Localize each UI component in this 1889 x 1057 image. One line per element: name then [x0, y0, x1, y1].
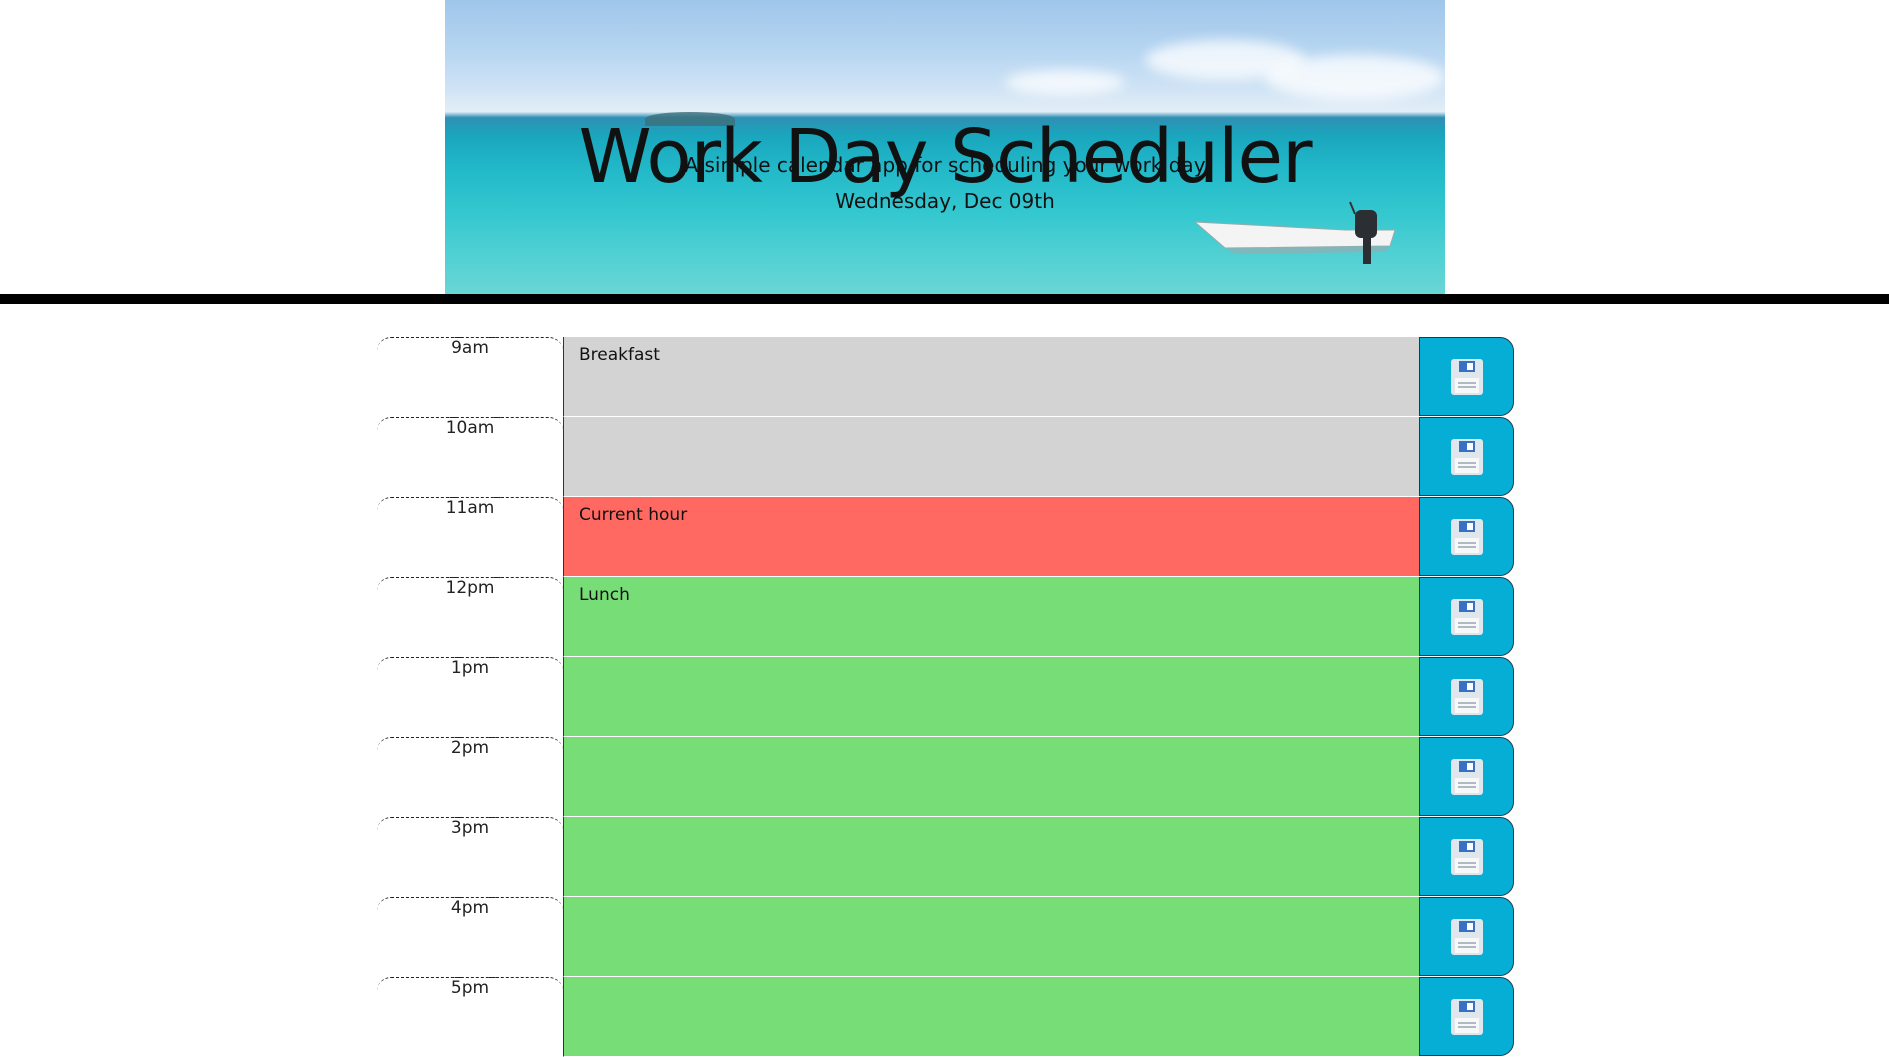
time-block-row: 11am Current hour	[377, 497, 1514, 577]
hour-label: 10am	[377, 417, 563, 497]
save-button[interactable]	[1419, 337, 1514, 416]
hour-label: 9am	[377, 337, 563, 417]
current-day: Wednesday, Dec 09th	[835, 189, 1055, 213]
event-description-input[interactable]	[563, 817, 1419, 897]
save-button[interactable]	[1419, 737, 1514, 816]
cloud	[1005, 70, 1125, 95]
time-block-row: 4pm	[377, 897, 1514, 977]
page-subtitle: A simple calendar app for scheduling you…	[684, 153, 1206, 177]
save-button[interactable]	[1419, 897, 1514, 976]
save-button[interactable]	[1419, 977, 1514, 1056]
time-block-row: 5pm	[377, 977, 1514, 1057]
hour-label: 3pm	[377, 817, 563, 897]
hour-label: 1pm	[377, 657, 563, 737]
hour-label: 4pm	[377, 897, 563, 977]
save-icon	[1450, 758, 1483, 795]
header-banner: Work Day Scheduler A simple calendar app…	[445, 0, 1445, 294]
event-description-input[interactable]	[563, 977, 1419, 1057]
header-divider	[0, 294, 1889, 304]
save-icon	[1450, 838, 1483, 875]
time-block-row: 10am	[377, 417, 1514, 497]
event-description-input[interactable]: Breakfast	[563, 337, 1419, 417]
save-button[interactable]	[1419, 497, 1514, 576]
time-block-row: 3pm	[377, 817, 1514, 897]
save-button[interactable]	[1419, 417, 1514, 496]
save-icon	[1450, 918, 1483, 955]
save-icon	[1450, 438, 1483, 475]
save-button[interactable]	[1419, 577, 1514, 656]
hour-label: 12pm	[377, 577, 563, 657]
hour-label: 11am	[377, 497, 563, 577]
save-icon	[1450, 678, 1483, 715]
time-block-row: 9am Breakfast	[377, 337, 1514, 417]
save-button[interactable]	[1419, 657, 1514, 736]
cloud	[1265, 55, 1445, 100]
save-icon	[1450, 998, 1483, 1035]
save-icon	[1450, 598, 1483, 635]
schedule-container: 9am Breakfast 10am 11am Current hour 12pm Lunc…	[377, 337, 1514, 1057]
event-description-input[interactable]: Lunch	[563, 577, 1419, 657]
save-button[interactable]	[1419, 817, 1514, 896]
event-description-input[interactable]	[563, 417, 1419, 497]
save-icon	[1450, 518, 1483, 555]
event-description-input[interactable]	[563, 657, 1419, 737]
hour-label: 5pm	[377, 977, 563, 1057]
time-block-row: 1pm	[377, 657, 1514, 737]
save-icon	[1450, 358, 1483, 395]
time-block-row: 12pm Lunch	[377, 577, 1514, 657]
event-description-input[interactable]	[563, 897, 1419, 977]
hour-label: 2pm	[377, 737, 563, 817]
time-block-row: 2pm	[377, 737, 1514, 817]
event-description-input[interactable]	[563, 737, 1419, 817]
event-description-input[interactable]: Current hour	[563, 497, 1419, 577]
